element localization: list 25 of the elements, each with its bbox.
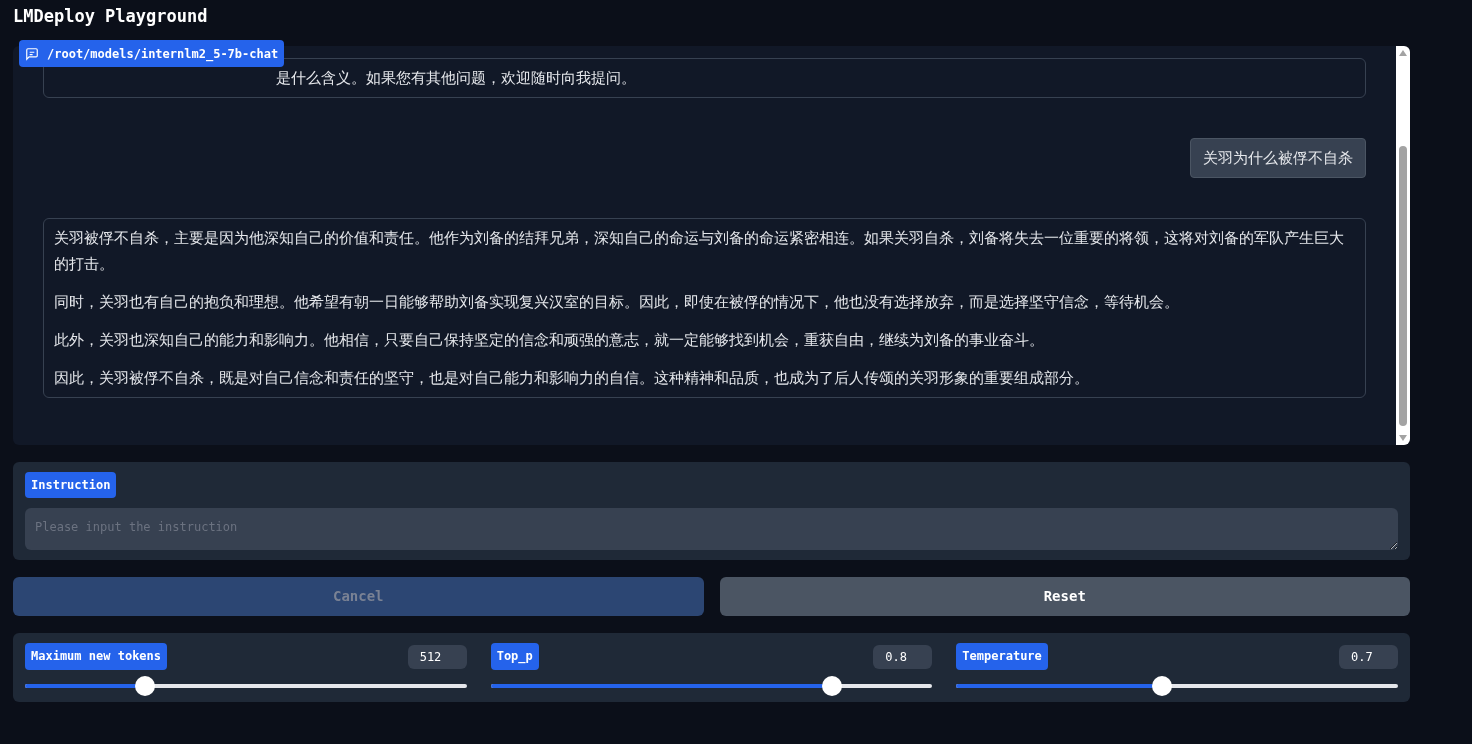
slider-thumb[interactable] [134,676,155,696]
scroll-thumb[interactable] [1399,145,1407,426]
message-text: 关羽为什么被俘不自杀 [1203,148,1353,169]
slider-thumb[interactable] [1152,676,1173,696]
slider-label: Top_p [490,643,539,670]
app-title: LMDeploy Playground [13,5,209,28]
message-text: 此外，关羽也深知自己的能力和影响力。他相信，只要自己保持坚定的信念和顽强的意志，就一定能够找到机会，重获自由，继续为刘备的事业奋斗。 [54,330,1045,351]
slider-value-field[interactable]: 0.7 [1339,644,1398,669]
message-text: 是什么含义。如果您有其他问题，欢迎随时向我提问。 [276,68,637,89]
slider[interactable] [25,676,467,696]
model-label: /root/models/internlm2_5-7b-chat [19,40,285,67]
message-text: 同时，关羽也有自己的抱负和理想。他希望有朝一日能够帮助刘备实现复兴汉室的目标。因此，即使在被俘的情况下，他也没有选择放弃，而是选择坚守信念，等待机会。 [54,292,1180,313]
slider-value-field[interactable]: 0.8 [873,644,933,669]
chat-icon [25,46,39,61]
message-text: 关羽被俘不自杀，主要是因为他深知自己的价值和责任。他作为刘备的结拜兄弟，深知自己的命运与刘备的命运紧密相连。如果关羽自杀，刘备将失去一位重要的将领，这将对刘备的军队产生巨大的打击。 [54,228,1345,275]
slider[interactable] [956,676,1398,696]
slider-value-field[interactable]: 512 [407,644,467,669]
slider-label: Temperature [956,643,1048,670]
scrollbar[interactable] [1396,46,1410,445]
instruction-label: Instruction [25,472,117,498]
slider-thumb[interactable] [821,676,842,696]
slider-label: Maximum new tokens [25,643,168,670]
slider[interactable] [490,676,933,696]
reset-button[interactable]: Reset [719,577,1410,616]
message-text: 因此，关羽被俘不自杀，既是对自己信念和责任的坚守，也是对自己能力和影响力的自信。这种精神和品质，也成为了后人传颂的关羽形象的重要组成部分。 [54,368,1090,389]
